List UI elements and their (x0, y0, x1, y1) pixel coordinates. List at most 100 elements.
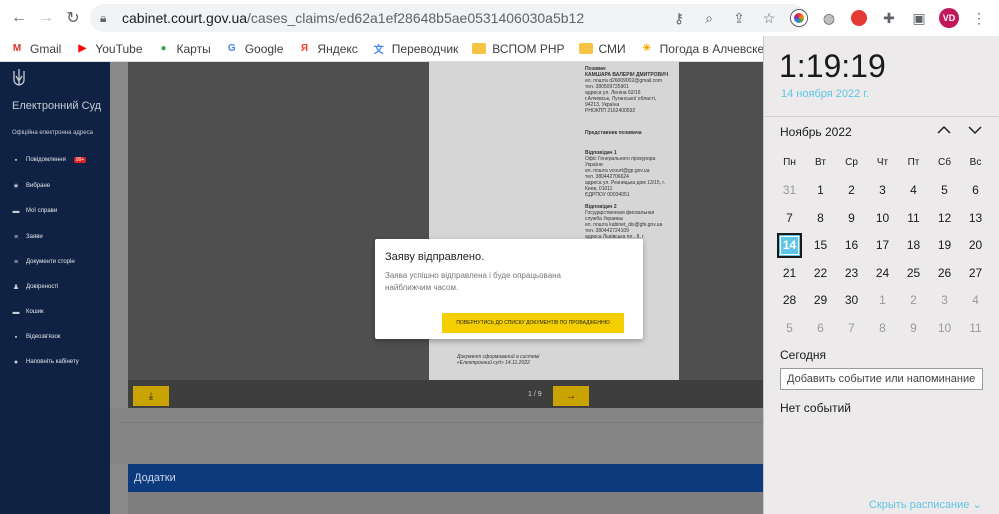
calendar-day[interactable]: 11 (898, 204, 929, 232)
bookmark-item[interactable]: ● Карты (157, 42, 210, 56)
calendar-day[interactable]: 2 (898, 287, 929, 315)
calendar-day[interactable]: 7 (774, 204, 805, 232)
calendar-day[interactable]: 4 (960, 287, 991, 315)
reload-icon[interactable]: ↻ (62, 7, 84, 29)
calendar-day[interactable]: 8 (805, 204, 836, 232)
site-menu-item[interactable]: ≡ Документи сторін (12, 258, 75, 266)
browser-toolbar: ← → ↻ 🔒︎ cabinet.court.gov.ua/cases_clai… (0, 0, 999, 36)
calendar-day[interactable]: 3 (867, 177, 898, 205)
bookmark-item[interactable]: ☀ Погода в Алчевске (640, 41, 765, 56)
calendar-day[interactable]: 7 (836, 314, 867, 342)
bookmark-item[interactable]: СМИ (578, 41, 626, 56)
notification-badge: 99+ (73, 157, 87, 163)
calendar-day[interactable]: 31 (774, 177, 805, 205)
site-menu-item[interactable]: ▪ Відеозв'язок (12, 333, 61, 341)
previous-month-chevron-up-icon[interactable] (936, 122, 952, 138)
calendar-day[interactable]: 11 (960, 314, 991, 342)
site-menu-item[interactable]: ▬ Мої справи (12, 207, 58, 215)
hide-schedule-link[interactable]: Скрыть расписание ⌄ (869, 498, 982, 511)
calendar-day-number: 4 (972, 293, 979, 308)
calendar-day[interactable]: 5 (929, 177, 960, 205)
clock-time: 1:19:19 (779, 48, 886, 84)
bookmark-item[interactable]: ВСПОМ РНР (472, 42, 565, 56)
calendar-day[interactable]: 1 (867, 287, 898, 315)
share-icon[interactable]: ⇪ (729, 8, 749, 28)
puzzle-extensions-icon[interactable]: ✚ (879, 8, 899, 28)
calendar-day[interactable]: 30 (836, 287, 867, 315)
calendar-day[interactable]: 15 (805, 232, 836, 260)
calendar-day[interactable]: 9 (836, 204, 867, 232)
download-button[interactable]: ⤓ (133, 386, 169, 406)
calendar-day-number: 9 (848, 210, 855, 225)
calendar-day[interactable]: 8 (867, 314, 898, 342)
calendar-day[interactable]: 28 (774, 287, 805, 315)
bookmark-item[interactable]: ▶ YouTube (75, 42, 142, 56)
month-title[interactable]: Ноябрь 2022 (780, 125, 852, 139)
calendar-day[interactable]: 24 (867, 259, 898, 287)
calendar-day-number: 11 (969, 320, 982, 335)
bookmark-label: Погода в Алчевске (659, 41, 765, 56)
next-month-chevron-down-icon[interactable] (967, 122, 983, 138)
calendar-day[interactable]: 5 (774, 314, 805, 342)
extension-color-icon[interactable] (789, 8, 809, 28)
gmail-icon: M (12, 43, 22, 54)
next-page-button[interactable]: → (553, 386, 589, 406)
globe-extension-icon[interactable]: ◍ (819, 8, 839, 28)
forward-arrow-icon[interactable]: → (35, 7, 57, 29)
calendar-day[interactable]: 13 (960, 204, 991, 232)
calendar-day-number: 28 (782, 293, 797, 308)
weather-icon: ☀ (642, 43, 652, 54)
calendar-day-number: 14 (777, 232, 802, 258)
calendar-day[interactable]: 20 (960, 232, 991, 260)
add-event-input[interactable]: Добавить событие или напоминание (780, 368, 983, 390)
bookmark-item[interactable]: 文 Переводчик (372, 42, 459, 57)
calendar-day[interactable]: 1 (805, 177, 836, 205)
calendar-day[interactable]: 10 (867, 204, 898, 232)
site-menu-item[interactable]: ≡ Заяви (12, 233, 43, 241)
calendar-day[interactable]: 18 (898, 232, 929, 260)
calendar-day[interactable]: 6 (805, 314, 836, 342)
bookmark-item[interactable]: G Google (225, 42, 284, 56)
full-date-link[interactable]: 14 ноября 2022 г. (781, 88, 869, 100)
calendar-day-number: 10 (937, 320, 952, 335)
bookmark-star-icon[interactable]: ☆ (759, 8, 779, 28)
bookmark-item[interactable]: M Gmail (10, 42, 62, 56)
calendar-day[interactable]: 19 (929, 232, 960, 260)
calendar-day[interactable]: 6 (960, 177, 991, 205)
profile-avatar[interactable]: VD (939, 8, 959, 28)
adblock-extension-icon[interactable] (849, 8, 869, 28)
back-arrow-icon[interactable]: ← (8, 7, 30, 29)
calendar-day[interactable]: 25 (898, 259, 929, 287)
addons-header[interactable]: Додатки (128, 464, 763, 492)
calendar-day[interactable]: 22 (805, 259, 836, 287)
bookmark-item[interactable]: Я Яндекс (297, 42, 358, 56)
zoom-icon[interactable]: ⌕ (699, 8, 719, 28)
calendar-day[interactable]: 3 (929, 287, 960, 315)
site-menu-item[interactable]: ● Наповніть кабінету (12, 358, 79, 366)
bookmark-label: СМИ (598, 41, 626, 56)
side-panel-icon[interactable]: ▣ (909, 8, 929, 28)
page-counter: 1 / 9 (528, 391, 542, 398)
calendar-day[interactable]: 27 (960, 259, 991, 287)
site-menu-item[interactable]: ♟ Довіреності (12, 283, 59, 291)
calendar-day[interactable]: 16 (836, 232, 867, 260)
site-menu-label: Вибране (26, 183, 51, 189)
return-to-documents-button[interactable]: ПОВЕРНУТИСЬ ДО СПИСКУ ДОКУМЕНТІВ ПО ПРОВ… (442, 313, 624, 333)
calendar-day[interactable]: 10 (929, 314, 960, 342)
site-menu-item[interactable]: ▪ Повідомлення 99+ (12, 156, 87, 164)
site-menu-item[interactable]: ▬ Кошик (12, 308, 44, 316)
calendar-day[interactable]: 23 (836, 259, 867, 287)
calendar-day-today[interactable]: 14 (774, 232, 805, 260)
calendar-day[interactable]: 2 (836, 177, 867, 205)
key-icon[interactable]: ⚷ (669, 8, 689, 28)
calendar-day[interactable]: 26 (929, 259, 960, 287)
calendar-day[interactable]: 4 (898, 177, 929, 205)
calendar-day[interactable]: 9 (898, 314, 929, 342)
calendar-day[interactable]: 12 (929, 204, 960, 232)
calendar-day[interactable]: 17 (867, 232, 898, 260)
menu-kebab-icon[interactable]: ⋮ (969, 8, 989, 28)
site-menu-item[interactable]: ★ Вибране (12, 182, 50, 190)
calendar-day[interactable]: 21 (774, 259, 805, 287)
calendar-day-number: 13 (968, 210, 983, 225)
calendar-day[interactable]: 29 (805, 287, 836, 315)
